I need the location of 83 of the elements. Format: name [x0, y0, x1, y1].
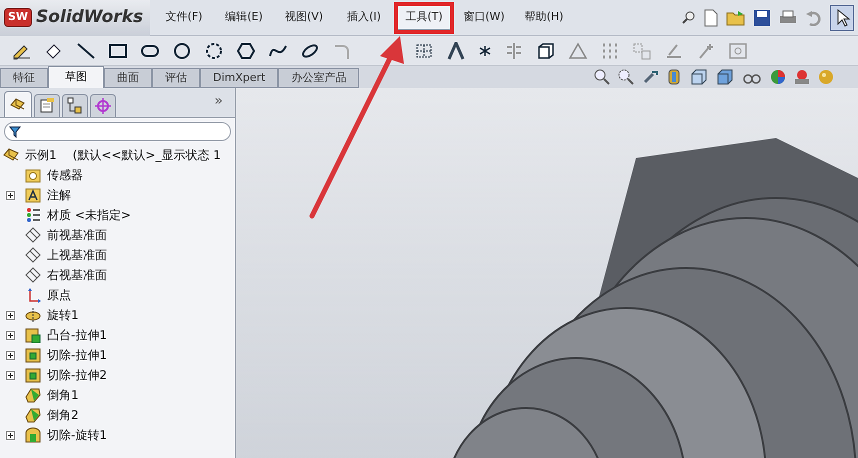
zoom-fit-icon[interactable] [594, 69, 610, 85]
previous-view-icon[interactable] [642, 69, 658, 85]
menu-item[interactable]: 文件(F) [155, 5, 213, 30]
panel-tab[interactable] [62, 94, 88, 117]
tree-item[interactable]: 右视基准面 [47, 266, 107, 284]
config-icon [66, 97, 84, 115]
tree-item[interactable]: 原点 [47, 286, 71, 304]
filter-icon [9, 126, 21, 138]
boss-extrude-icon [25, 327, 41, 343]
plane-icon [25, 267, 41, 283]
print-icon[interactable] [778, 10, 798, 26]
zoom-area-icon[interactable] [618, 69, 634, 85]
view-orientation-icon[interactable] [690, 69, 708, 85]
cube-outline-icon[interactable] [536, 42, 556, 60]
menu-item[interactable]: 编辑(E) [215, 5, 273, 30]
annotation-folder-icon [25, 187, 41, 203]
configuration-label: (默认<<默认>_显示状态 1 [72, 147, 221, 164]
cut-extrude-icon [25, 367, 41, 383]
menu-item[interactable]: 插入(I) [335, 5, 393, 30]
highlight-frame [394, 2, 454, 34]
tree-item[interactable]: 传感器 [47, 166, 83, 184]
new-document-icon[interactable] [703, 8, 719, 26]
tree-item[interactable]: 上视基准面 [47, 246, 107, 264]
part-icon [3, 147, 19, 163]
app-title: SolidWorks [36, 6, 144, 29]
grid-icon[interactable] [414, 42, 434, 60]
tree-item[interactable]: 材质 <未指定> [47, 206, 131, 224]
expand-panel-button[interactable]: » [214, 91, 223, 112]
expand-icon[interactable] [6, 430, 15, 440]
tree-item[interactable]: 示例1 [25, 146, 57, 164]
menu-item[interactable]: 窗口(W) [455, 5, 513, 30]
expand-icon[interactable] [6, 190, 15, 200]
tree-item[interactable]: 切除-旋转1 [47, 426, 107, 444]
expand-icon[interactable] [6, 370, 15, 380]
tree-item[interactable]: 凸台-拉伸1 [47, 326, 107, 344]
revolve-icon [25, 307, 41, 323]
panel-tab[interactable] [4, 91, 32, 117]
tree-item[interactable]: 注解 [47, 186, 71, 204]
logo-badge: SW [4, 8, 32, 27]
filter-field[interactable] [4, 122, 231, 141]
command-tab[interactable]: DimXpert [200, 68, 278, 88]
tree-item[interactable]: 倒角2 [47, 406, 79, 424]
line-icon[interactable] [76, 42, 96, 60]
tree-item[interactable]: 切除-拉伸1 [47, 346, 107, 364]
circle-icon[interactable] [172, 42, 192, 60]
target-icon [94, 97, 112, 115]
cut-extrude-icon [25, 347, 41, 363]
expand-icon[interactable] [6, 330, 15, 340]
tree-item[interactable]: 切除-拉伸2 [47, 366, 107, 384]
dot-grid-icon[interactable] [600, 42, 620, 60]
menu-item[interactable]: 帮助(H) [515, 5, 573, 30]
section-view-icon[interactable] [666, 69, 682, 85]
command-tab[interactable]: 评估 [152, 68, 200, 88]
appearance-icon[interactable] [770, 69, 786, 85]
warning-icon[interactable] [568, 42, 588, 60]
command-tab[interactable]: 特征 [0, 68, 48, 88]
ellipse-icon[interactable] [300, 42, 320, 60]
rectangle-icon[interactable] [108, 42, 128, 60]
material-icon [25, 207, 41, 223]
open-folder-icon[interactable] [726, 10, 746, 26]
chamfer-icon [25, 407, 41, 423]
arc-icon[interactable] [204, 42, 224, 60]
plane-icon [25, 247, 41, 263]
display-style-icon[interactable] [716, 69, 734, 85]
plane-icon [25, 227, 41, 243]
property-icon [38, 97, 56, 115]
scene-icon[interactable] [794, 69, 810, 85]
menu-item[interactable]: 视图(V) [275, 5, 333, 30]
polygon-icon[interactable] [236, 42, 256, 60]
expand-icon[interactable] [6, 310, 15, 320]
sensor-folder-icon [25, 167, 41, 183]
tree-item[interactable]: 倒角1 [47, 386, 79, 404]
panel-tab[interactable] [34, 94, 60, 117]
chamfer-icon [25, 387, 41, 403]
origin-icon [25, 287, 41, 303]
command-tab[interactable]: 办公室产品 [278, 68, 360, 88]
command-tab[interactable]: 曲面 [104, 68, 152, 88]
tree-item[interactable]: 旋转1 [47, 306, 79, 324]
expand-icon[interactable] [6, 350, 15, 360]
cut-revolve-icon [25, 427, 41, 443]
tree-item[interactable]: 前视基准面 [47, 226, 107, 244]
save-icon[interactable] [753, 8, 771, 26]
command-tab[interactable]: 草图 [48, 66, 104, 88]
